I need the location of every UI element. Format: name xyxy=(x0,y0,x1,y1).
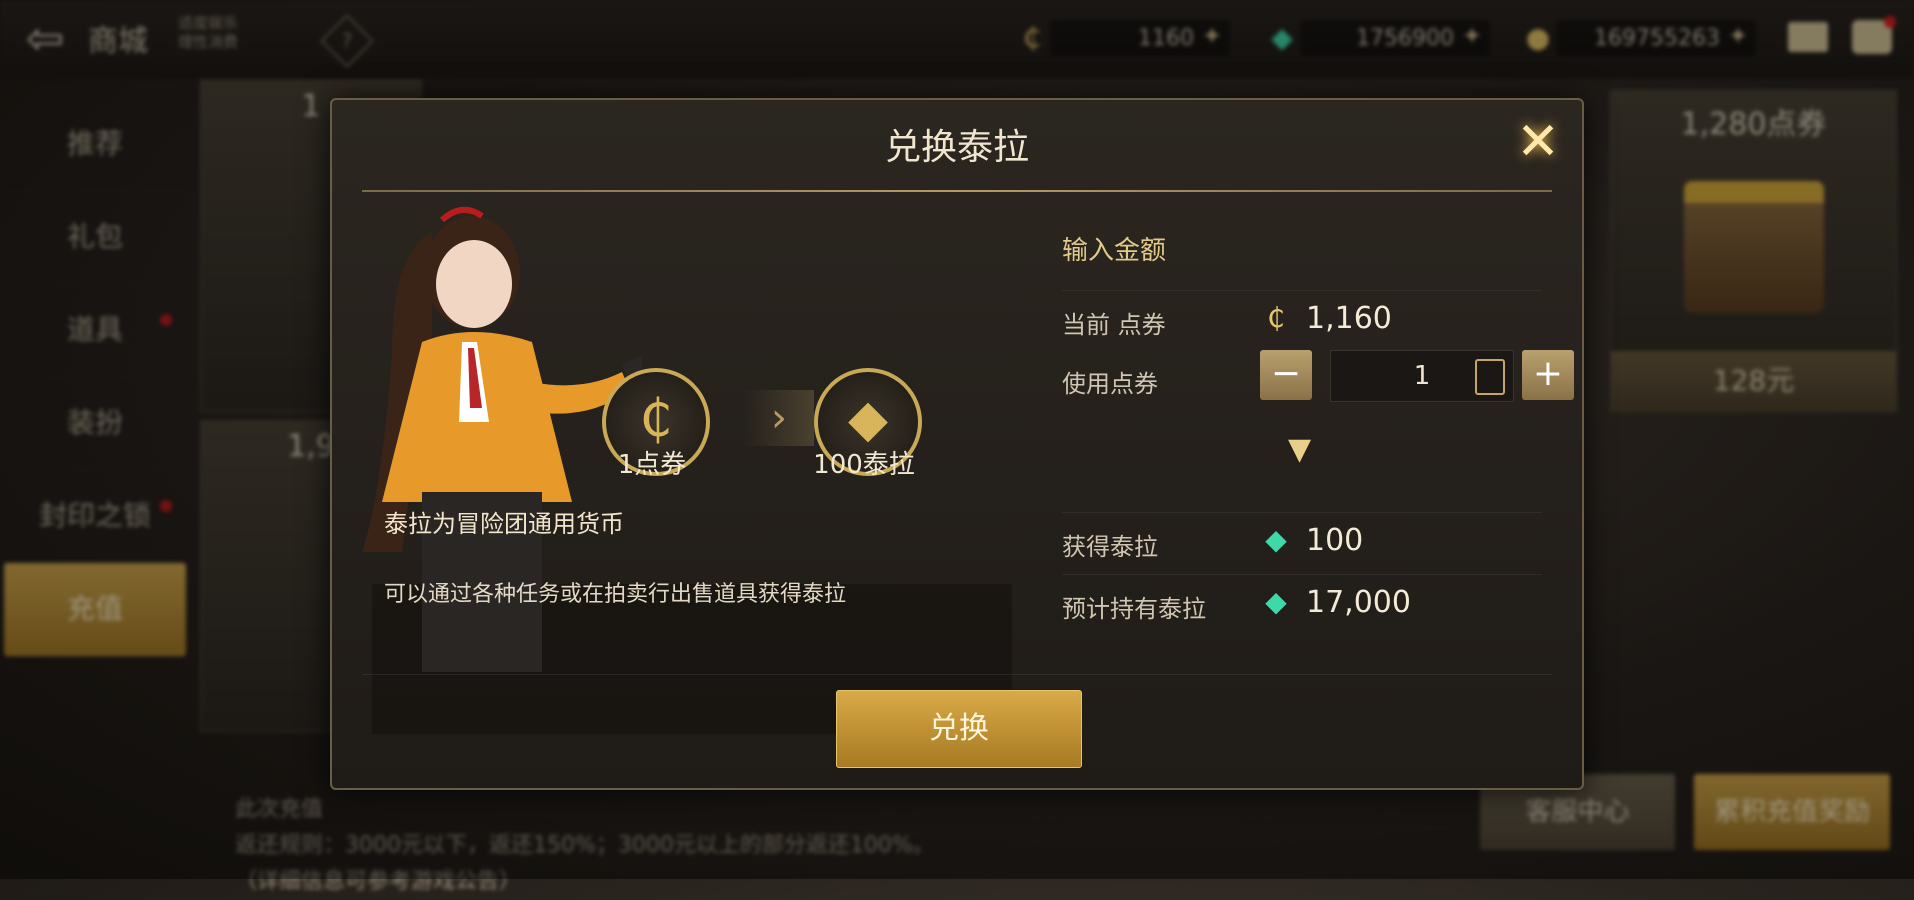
arrow-right-icon: › xyxy=(744,390,814,446)
current-coupon-row: 当前 点券 ₵ 1,160 xyxy=(1062,290,1542,347)
get-tera-row: 获得泰拉 ◆ 100 xyxy=(1062,512,1542,569)
exchange-tera-dialog: 兑换泰拉 ✕ ₵ 1点券 › ◆ 100泰拉 泰拉为冒险团通用货币 可以通过各种… xyxy=(330,98,1584,790)
coupon-amount-input[interactable]: 1 xyxy=(1330,350,1514,402)
dialog-title: 兑换泰拉 xyxy=(884,127,1029,168)
input-heading: 输入金额 xyxy=(1062,236,1167,266)
from-amount-label: 1点券 xyxy=(617,450,687,480)
description-line-2: 可以通过各种任务或在拍卖行出售道具获得泰拉 xyxy=(384,582,847,607)
close-icon[interactable]: ✕ xyxy=(1508,112,1568,172)
increase-button[interactable]: + xyxy=(1522,350,1574,400)
description-line-1: 泰拉为冒险团通用货币 xyxy=(384,510,624,538)
divider xyxy=(362,674,1552,675)
decrease-button[interactable]: − xyxy=(1260,350,1312,400)
use-coupon-row: 使用点券 − 1 + xyxy=(1062,350,1574,406)
calculator-icon[interactable] xyxy=(1475,359,1505,395)
point-coupon-icon: ₵ xyxy=(1267,301,1285,334)
exchange-button[interactable]: 兑换 xyxy=(836,690,1082,768)
tera-crystal-icon: ◆ xyxy=(1265,585,1287,618)
estimate-tera-row: 预计持有泰拉 ◆ 17,000 xyxy=(1062,574,1542,631)
chevron-down-icon: ▼ xyxy=(1288,432,1312,467)
tera-crystal-icon: ◆ xyxy=(1265,523,1287,556)
to-amount-label: 100泰拉 xyxy=(813,450,915,480)
